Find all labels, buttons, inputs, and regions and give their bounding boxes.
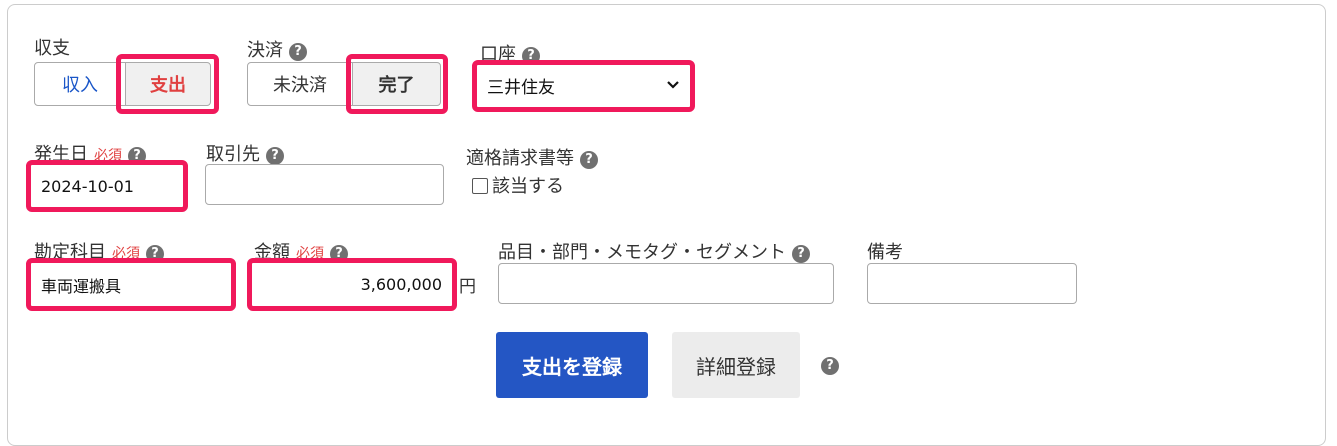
expense-highlight <box>116 54 219 114</box>
account-select[interactable]: 三井住友 <box>479 66 688 104</box>
detail-register-button[interactable]: 詳細登録 <box>672 332 800 398</box>
tekikaku-label-text: 適格請求書等 <box>466 148 574 169</box>
torihikisaki-label-text: 取引先 <box>206 144 260 165</box>
date-input[interactable]: 2024-10-01 <box>33 167 181 205</box>
item-tags-input[interactable] <box>498 263 834 304</box>
help-icon[interactable]: ? <box>792 245 810 263</box>
yen-unit: 円 <box>459 277 476 297</box>
checkbox-box[interactable] <box>472 178 488 194</box>
unsettled-toggle[interactable]: 未決済 <box>247 62 353 106</box>
partner-input[interactable] <box>205 164 444 205</box>
kessai-label: 決済? <box>247 36 307 62</box>
shushi-label: 収支 <box>34 38 70 59</box>
account-title-input[interactable]: 車両運搬具 <box>33 265 229 304</box>
tekikaku-label: 適格請求書等? <box>466 144 598 170</box>
biko-label: 備考 <box>867 242 903 263</box>
chevron-down-icon <box>667 81 679 89</box>
hinmoku-label: 品目・部門・メモタグ・セグメント? <box>498 238 810 264</box>
qualified-invoice-checkbox[interactable]: 該当する <box>472 172 564 198</box>
remarks-input[interactable] <box>867 263 1077 304</box>
checkbox-label: 該当する <box>492 176 564 197</box>
help-icon[interactable]: ? <box>821 357 839 375</box>
actions-help: ? <box>815 355 839 375</box>
settled-highlight <box>346 54 448 114</box>
help-icon[interactable]: ? <box>289 43 307 61</box>
hinmoku-label-text: 品目・部門・メモタグ・セグメント <box>498 242 786 263</box>
register-expense-button[interactable]: 支出を登録 <box>496 332 648 398</box>
torihikisaki-label: 取引先? <box>206 140 284 166</box>
help-icon[interactable]: ? <box>266 147 284 165</box>
income-toggle[interactable]: 収入 <box>34 62 126 106</box>
help-icon[interactable]: ? <box>580 151 598 169</box>
account-select-value: 三井住友 <box>487 77 555 98</box>
kessai-label-text: 決済 <box>247 40 283 61</box>
amount-input[interactable]: 3,600,000 <box>254 265 450 304</box>
